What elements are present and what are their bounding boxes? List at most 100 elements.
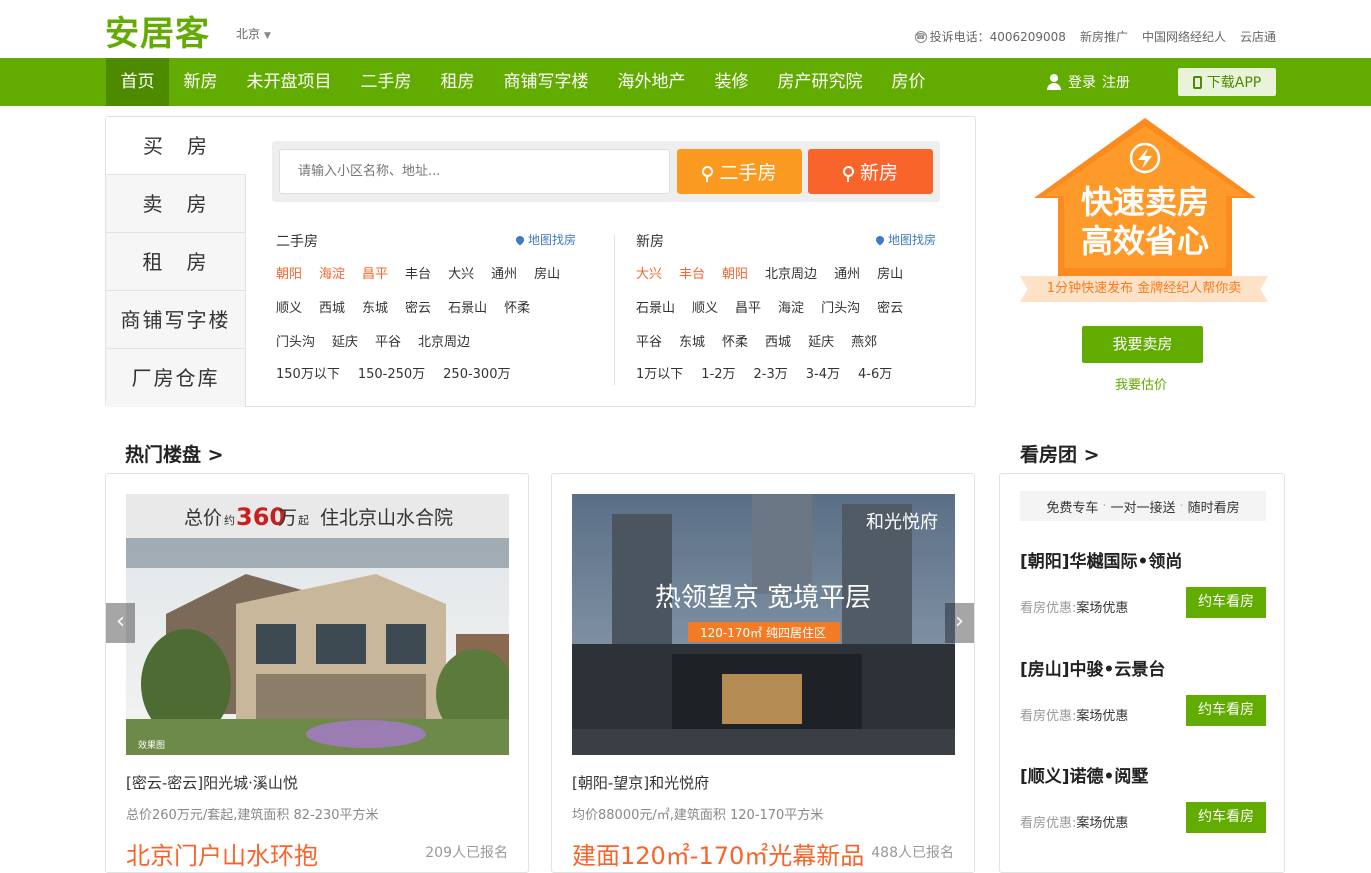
tab-factory[interactable]: 厂房仓库 (106, 349, 246, 407)
price-range-link[interactable]: 3-4万 (806, 363, 840, 382)
nav-price[interactable]: 房价 (877, 58, 940, 106)
tour-item-name[interactable]: [朝阳]华樾国际•领尚 (1020, 547, 1266, 572)
nav-upcoming[interactable]: 未开盘项目 (232, 58, 346, 106)
price-range-link[interactable]: 2-3万 (754, 363, 788, 382)
district-link[interactable]: 海淀 (319, 263, 345, 282)
district-link[interactable]: 朝阳 (722, 263, 748, 282)
nav-overseas[interactable]: 海外地产 (603, 58, 700, 106)
tour-item-discount: 看房优惠:案场优惠 (1020, 709, 1129, 724)
district-link[interactable]: 大兴 (448, 263, 474, 282)
district-link[interactable]: 顺义 (276, 297, 302, 316)
nav-home[interactable]: 首页 (106, 58, 169, 106)
map-pin-icon (514, 233, 526, 246)
tab-buy[interactable]: 买 房 (106, 117, 246, 175)
book-car-button[interactable]: 约车看房 (1186, 802, 1266, 833)
tour-item-name[interactable]: [顺义]诺德•阅墅 (1020, 762, 1266, 787)
district-link[interactable]: 延庆 (332, 331, 358, 350)
price-range-link[interactable]: 150万以下 (276, 363, 340, 382)
book-car-button[interactable]: 约车看房 (1186, 695, 1266, 726)
book-car-button[interactable]: 约车看房 (1186, 587, 1266, 618)
district-link[interactable]: 丰台 (679, 263, 705, 282)
estimate-link[interactable]: 我要估价 (1115, 374, 1167, 393)
tour-item: [顺义]诺德•阅墅 看房优惠:案场优惠 约车看房 (1020, 762, 1266, 833)
district-link[interactable]: 房山 (877, 263, 903, 282)
listing-image[interactable]: 总价 约 360 万 起 住北京山水合院 效果图 (126, 494, 509, 755)
listing-card[interactable]: 热领望京 宽境平层 120-170㎡ 纯四居住区 和光悦府 [朝阳-望京]和光悦… (551, 473, 975, 873)
district-link[interactable]: 延庆 (808, 331, 834, 350)
img-tail: 住北京山水合院 (320, 507, 453, 529)
district-link[interactable]: 大兴 (636, 263, 662, 282)
hot-listings-title[interactable]: 热门楼盘 > (125, 440, 224, 467)
nav-research[interactable]: 房产研究院 (763, 58, 877, 106)
tour-item-name[interactable]: [房山]中骏•云景台 (1020, 655, 1266, 680)
top-link-new-promo[interactable]: 新房推广 (1080, 28, 1128, 45)
district-link[interactable]: 西城 (319, 297, 345, 316)
district-link[interactable]: 密云 (405, 297, 431, 316)
download-app-button[interactable]: 下载APP (1178, 68, 1276, 96)
district-link[interactable]: 燕郊 (851, 331, 877, 350)
district-link[interactable]: 怀柔 (722, 331, 748, 350)
house-tour-title[interactable]: 看房团 > (1020, 440, 1100, 467)
logo[interactable]: 安居客 (105, 6, 210, 55)
search-second-hand-button[interactable]: 二手房 (677, 149, 802, 194)
second-hand-map-link[interactable]: 地图找房 (514, 231, 576, 248)
district-link[interactable]: 密云 (877, 297, 903, 316)
district-link[interactable]: 昌平 (362, 263, 388, 282)
district-link[interactable]: 石景山 (636, 297, 675, 316)
carousel-next-icon[interactable]: › (945, 603, 974, 643)
tab-rent[interactable]: 租 房 (106, 233, 246, 291)
promo-line2: 高效省心 (1081, 222, 1209, 260)
nav-decoration[interactable]: 装修 (700, 58, 763, 106)
nav-rent[interactable]: 租房 (426, 58, 489, 106)
new-house-map-link[interactable]: 地图找房 (874, 231, 936, 248)
map-link-label: 地图找房 (527, 233, 576, 247)
main-nav: 首页 新房 未开盘项目 二手房 租房 商铺写字楼 海外地产 装修 房产研究院 房… (0, 58, 1371, 106)
district-link[interactable]: 西城 (765, 331, 791, 350)
tab-commercial[interactable]: 商铺写字楼 (106, 291, 246, 349)
tab-sell[interactable]: 卖 房 (106, 175, 246, 233)
search-new-house-button[interactable]: 新房 (808, 149, 933, 194)
top-link-broker[interactable]: 中国网络经纪人 (1142, 28, 1226, 45)
listing-image[interactable]: 热领望京 宽境平层 120-170㎡ 纯四居住区 和光悦府 (572, 494, 955, 755)
district-link[interactable]: 门头沟 (276, 331, 315, 350)
nav-new-house[interactable]: 新房 (169, 58, 232, 106)
price-range-link[interactable]: 250-300万 (443, 363, 510, 382)
login-link[interactable]: 登录 (1068, 72, 1096, 92)
price-range-link[interactable]: 1万以下 (636, 363, 683, 382)
district-link[interactable]: 平谷 (636, 331, 662, 350)
district-link[interactable]: 门头沟 (821, 297, 860, 316)
img-small: 约 (224, 514, 235, 527)
district-link[interactable]: 房山 (534, 263, 560, 282)
listing-card[interactable]: 总价 约 360 万 起 住北京山水合院 效果图 [密云-密云]阳光城·溪山悦 … (105, 473, 529, 873)
district-link[interactable]: 平谷 (375, 331, 401, 350)
district-link[interactable]: 朝阳 (276, 263, 302, 282)
district-link[interactable]: 昌平 (735, 297, 761, 316)
district-link[interactable]: 北京周边 (765, 263, 817, 282)
listing-name[interactable]: [密云-密云]阳光城·溪山悦 (126, 772, 298, 793)
city-selector[interactable]: 北京 ▼ (236, 25, 271, 42)
price-range-link[interactable]: 1-2万 (701, 363, 735, 382)
district-link[interactable]: 东城 (679, 331, 705, 350)
district-link[interactable]: 北京周边 (418, 331, 470, 350)
district-link[interactable]: 石景山 (448, 297, 487, 316)
sell-house-button[interactable]: 我要卖房 (1082, 326, 1203, 363)
district-link[interactable]: 顺义 (692, 297, 718, 316)
nav-commercial[interactable]: 商铺写字楼 (489, 58, 603, 106)
register-link[interactable]: 注册 (1102, 72, 1130, 92)
district-link[interactable]: 通州 (834, 263, 860, 282)
district-link[interactable]: 通州 (491, 263, 517, 282)
district-link[interactable]: 海淀 (778, 297, 804, 316)
price-range-link[interactable]: 150-250万 (358, 363, 425, 382)
district-link[interactable]: 怀柔 (504, 297, 530, 316)
search-icon (702, 166, 714, 177)
nav-second-hand[interactable]: 二手房 (346, 58, 426, 106)
tour-tag: 免费专车 (1046, 500, 1099, 516)
price-range-link[interactable]: 4-6万 (858, 363, 892, 382)
district-link[interactable]: 东城 (362, 297, 388, 316)
carousel-prev-icon[interactable]: ‹ (106, 603, 135, 643)
sell-promo-banner[interactable]: 快速卖房 高效省心 1分钟快速发布 金牌经纪人帮你卖 (1020, 116, 1270, 306)
listing-name[interactable]: [朝阳-望京]和光悦府 (572, 772, 709, 793)
top-link-yundian[interactable]: 云店通 (1240, 28, 1276, 45)
district-link[interactable]: 丰台 (405, 263, 431, 282)
search-input[interactable] (279, 149, 670, 194)
